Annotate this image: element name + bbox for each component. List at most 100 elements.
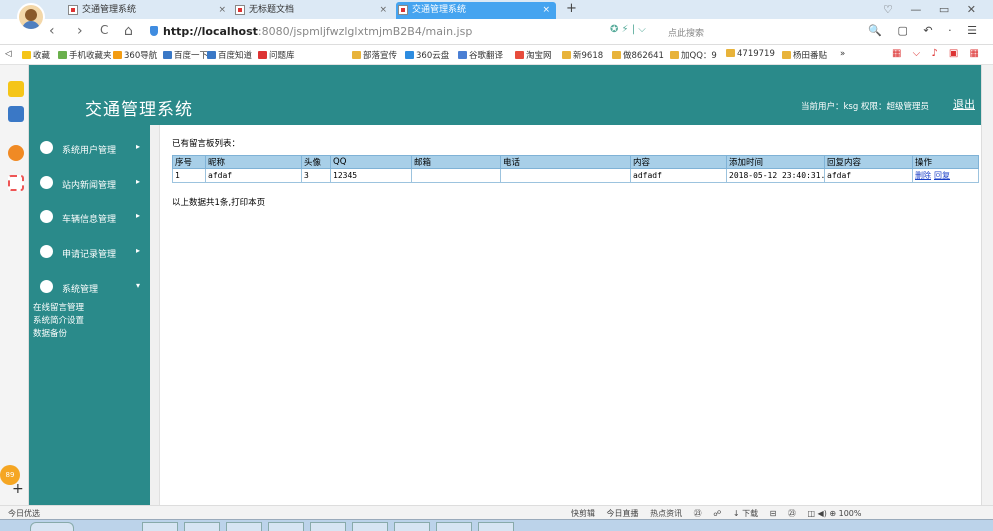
taskbar-app[interactable] (352, 522, 388, 531)
search-input[interactable]: 点此搜索 (668, 26, 704, 39)
user-avatar[interactable] (17, 3, 45, 31)
bookmark-item[interactable]: 4719719 (726, 49, 775, 59)
menu-item-system-management[interactable]: 系统管理 ▾ (29, 277, 150, 299)
logout-link[interactable]: 退出 (953, 96, 975, 112)
bookmark-item[interactable]: 部落宣传 (352, 49, 397, 61)
menu-item-news-management[interactable]: 站内新闻管理 ▸ (29, 173, 150, 195)
tab-title: 交通管理系统 (412, 5, 467, 15)
delete-link[interactable]: 删除 (915, 171, 931, 180)
submenu-message-management[interactable]: 在线留言管理 (33, 302, 84, 315)
back-icon[interactable]: ‹ (49, 23, 55, 39)
bookmark-item[interactable]: 淘宝网 (515, 49, 552, 61)
bookmark-item[interactable]: 360导航 (113, 49, 157, 61)
status-icon[interactable]: ㉓ (788, 509, 796, 518)
cell-content: adfadf (630, 168, 727, 183)
home-icon[interactable]: ⌂ (124, 23, 133, 39)
today-picks[interactable]: 今日优选 (8, 508, 40, 519)
message-table: 序号 昵称 头像 QQ 邮箱 电话 内容 添加时间 回复内容 操作 1 afda… (172, 155, 979, 183)
taskbar-app[interactable] (268, 522, 304, 531)
add-icon[interactable]: + (12, 481, 24, 497)
bookmarks-bar: ◁ 收藏 手机收藏夹 360导航 百度一下 百度知道 问题库 部落宣传 360云… (0, 45, 993, 65)
reply-link[interactable]: 回复 (934, 171, 950, 180)
submenu-data-backup[interactable]: 数据备份 (33, 328, 84, 341)
address-bar: ‹ › C ⌂ http://localhost:8080/jspmljfwzl… (0, 19, 993, 45)
taskbar-app[interactable] (436, 522, 472, 531)
url-input[interactable]: http://localhost:8080/jspmljfwzlglxtmjmB… (150, 25, 472, 38)
sidebar-app-icon[interactable] (8, 106, 24, 122)
folder-icon (726, 49, 735, 57)
bookmark-item[interactable]: 360云盘 (405, 49, 449, 61)
taskbar-app[interactable] (310, 522, 346, 531)
menu-item-application-records[interactable]: 申请记录管理 ▸ (29, 242, 150, 264)
address-tools[interactable]: ✪ ⚡ | ⌵ (610, 24, 646, 35)
star-icon[interactable] (8, 81, 24, 97)
column-header: QQ (330, 155, 412, 169)
record-summary[interactable]: 以上数据共1条,打印本页 (172, 196, 265, 208)
taskbar-app[interactable] (478, 522, 514, 531)
bookmarks-tools[interactable]: ▦ ⌵ ♪ ▣ ▦ (892, 48, 983, 59)
download-button[interactable]: ↓ 下载 (733, 509, 758, 518)
bookmark-item[interactable]: 百度知道 (207, 49, 252, 61)
tab-traffic-system-active[interactable]: 交通管理系统 × (396, 2, 556, 19)
live-button[interactable]: 今日直播 (607, 509, 639, 518)
folder-icon (670, 51, 679, 59)
system-submenu: 在线留言管理 系统简介设置 数据备份 (33, 302, 84, 341)
cell-email (411, 168, 501, 183)
bookmark-item[interactable]: 新9618 (562, 49, 603, 61)
bookmark-item[interactable]: 做862641 (612, 49, 664, 61)
taskbar-app[interactable] (184, 522, 220, 531)
browser-side-toolbar: 89 + (0, 65, 29, 505)
cell-qq: 12345 (330, 168, 412, 183)
clip-editor-button[interactable]: 快剪辑 (571, 509, 595, 518)
menu-label: 站内新闻管理 (62, 181, 117, 191)
folder-icon (612, 51, 621, 59)
url-path: :8080/jspmljfwzlglxtmjmB2B4/main.jsp (257, 25, 473, 38)
taobao-icon (515, 51, 524, 59)
taskbar-app[interactable] (394, 522, 430, 531)
start-button[interactable] (30, 522, 74, 531)
tab-untitled-document[interactable]: 无标题文档 × (233, 2, 393, 19)
menu-item-user-management[interactable]: 系统用户管理 ▸ (29, 138, 150, 160)
windows-taskbar (0, 519, 993, 531)
cell-nickname: afdaf (205, 168, 302, 183)
window-controls[interactable]: ♡ — ▭ ✕ (883, 3, 983, 16)
folder-icon (562, 51, 571, 59)
status-icon[interactable]: ㉓ (694, 509, 702, 518)
monitor-icon (40, 141, 53, 154)
browser-toolbar-icons[interactable]: 🔍 ▢ ↶ · ☰ (868, 24, 983, 37)
column-header: 操作 (912, 155, 979, 169)
column-header: 邮箱 (411, 155, 501, 169)
taskbar-app[interactable] (142, 522, 178, 531)
bookmark-item[interactable]: 百度一下 (163, 49, 208, 61)
status-icon[interactable]: ⊟ (770, 509, 777, 518)
bookmarks-more[interactable]: » (840, 49, 845, 59)
menu-label: 系统用户管理 (62, 146, 117, 156)
new-tab-button[interactable]: + (566, 1, 577, 16)
chevron-right-icon: ▸ (136, 211, 141, 220)
bookmark-item[interactable]: 谷歌翻译 (458, 49, 503, 61)
weibo-icon[interactable] (8, 145, 24, 161)
bookmark-item[interactable]: 杨田番贴 (782, 49, 827, 61)
mail-icon[interactable] (8, 175, 24, 191)
cell-phone (500, 168, 631, 183)
tab-traffic-system-1[interactable]: 交通管理系统 × (66, 2, 232, 19)
bookmark-item[interactable]: 问题库 (258, 49, 295, 61)
hot-news-button[interactable]: 热点资讯 (650, 509, 682, 518)
menu-item-vehicle-management[interactable]: 车辆信息管理 ▸ (29, 207, 150, 229)
tab-close-icon[interactable]: × (379, 2, 387, 18)
bookmark-item[interactable]: 手机收藏夹 (58, 49, 112, 61)
tab-close-icon[interactable]: × (542, 2, 550, 18)
zoom-level[interactable]: ◫ ◀) ⊕ 100% (807, 509, 861, 518)
page-scrollbar[interactable] (981, 65, 993, 505)
status-icon[interactable]: ☍ (713, 509, 721, 518)
bookmark-item[interactable]: 收藏 (22, 49, 50, 61)
forward-icon[interactable]: › (77, 23, 83, 39)
menu-label: 申请记录管理 (62, 250, 117, 260)
reload-icon[interactable]: C (100, 23, 108, 37)
favicon-icon (68, 5, 78, 15)
tab-close-icon[interactable]: × (218, 2, 226, 18)
taskbar-app[interactable] (226, 522, 262, 531)
submenu-intro-settings[interactable]: 系统简介设置 (33, 315, 84, 328)
bookmark-item[interactable]: 加QQ：9 (670, 49, 717, 61)
bookmarks-toggle-icon[interactable]: ◁ (5, 49, 12, 59)
